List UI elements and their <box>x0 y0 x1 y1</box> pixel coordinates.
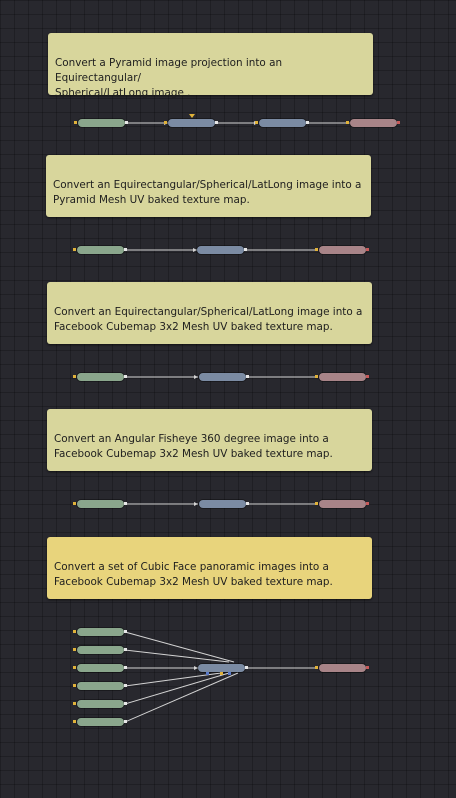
output-port[interactable] <box>124 502 127 505</box>
output-port[interactable] <box>246 502 249 505</box>
output-port[interactable] <box>215 121 218 124</box>
input-port[interactable] <box>73 375 76 378</box>
projection-tool-node[interactable] <box>259 119 306 127</box>
output-port[interactable] <box>397 121 400 124</box>
loader-node-face[interactable] <box>77 664 124 672</box>
saver-node[interactable] <box>319 664 366 672</box>
saver-node[interactable] <box>319 500 366 508</box>
input-port[interactable] <box>228 672 231 675</box>
loader-node[interactable] <box>77 500 124 508</box>
projection-tool-node[interactable] <box>197 246 244 254</box>
output-port[interactable] <box>366 502 369 505</box>
loader-node-face[interactable] <box>77 628 124 636</box>
arrowhead <box>194 502 198 506</box>
projection-tool-node[interactable] <box>199 373 246 381</box>
loader-node-face[interactable] <box>77 646 124 654</box>
projection-tool-node[interactable] <box>199 500 246 508</box>
output-port[interactable] <box>124 702 127 705</box>
input-port[interactable] <box>346 121 349 124</box>
connection-wire <box>124 672 239 723</box>
arrowhead <box>194 375 198 379</box>
loader-node[interactable] <box>77 246 124 254</box>
output-port[interactable] <box>244 248 247 251</box>
loader-node-face[interactable] <box>77 718 124 726</box>
output-port[interactable] <box>366 666 369 669</box>
input-port[interactable] <box>315 248 318 251</box>
output-port[interactable] <box>124 684 127 687</box>
output-port[interactable] <box>125 121 128 124</box>
input-port[interactable] <box>74 121 77 124</box>
input-port[interactable] <box>73 648 76 651</box>
loader-node-face[interactable] <box>77 700 124 708</box>
input-port[interactable] <box>73 720 76 723</box>
output-port[interactable] <box>124 630 127 633</box>
output-port[interactable] <box>245 666 248 669</box>
output-port[interactable] <box>124 375 127 378</box>
output-port[interactable] <box>246 375 249 378</box>
input-port[interactable] <box>73 684 76 687</box>
input-port[interactable] <box>255 121 258 124</box>
saver-node[interactable] <box>319 246 366 254</box>
projection-tool-node[interactable] <box>168 119 215 127</box>
input-port[interactable] <box>164 121 167 124</box>
input-port[interactable] <box>73 248 76 251</box>
input-port-top[interactable] <box>189 114 195 118</box>
output-port[interactable] <box>306 121 309 124</box>
loader-node-face[interactable] <box>77 682 124 690</box>
cubemap-merge-node[interactable] <box>198 664 245 672</box>
loader-node[interactable] <box>78 119 125 127</box>
output-port[interactable] <box>124 666 127 669</box>
output-port[interactable] <box>124 720 127 723</box>
output-port[interactable] <box>366 375 369 378</box>
input-port[interactable] <box>73 666 76 669</box>
input-port[interactable] <box>206 672 209 675</box>
input-port[interactable] <box>73 702 76 705</box>
output-port[interactable] <box>366 248 369 251</box>
saver-node[interactable] <box>319 373 366 381</box>
input-port[interactable] <box>220 672 223 675</box>
output-port[interactable] <box>124 648 127 651</box>
loader-node[interactable] <box>77 373 124 381</box>
input-port[interactable] <box>315 502 318 505</box>
input-port[interactable] <box>73 630 76 633</box>
input-port[interactable] <box>315 375 318 378</box>
saver-node[interactable] <box>350 119 397 127</box>
input-port[interactable] <box>73 502 76 505</box>
output-port[interactable] <box>124 248 127 251</box>
connection-wire <box>124 631 235 663</box>
input-port[interactable] <box>315 666 318 669</box>
